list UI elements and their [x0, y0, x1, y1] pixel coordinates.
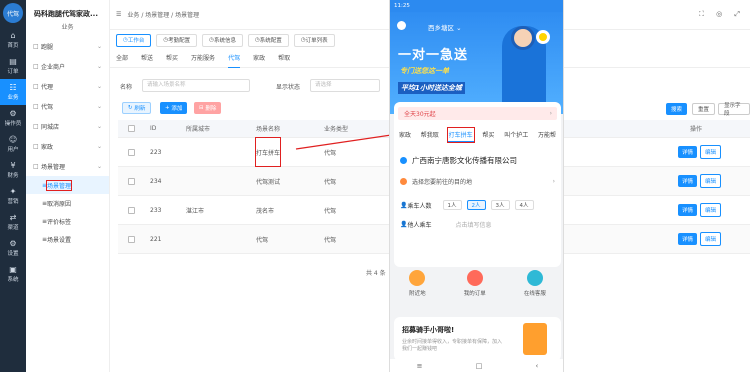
order-card: 全天30元起 › 家政 帮我取 打车拼车 帮买 叫个护工 万能帮 广西南宁唐影文化传播有限… [394, 102, 561, 267]
phone-status-bar: 11:25 [390, 0, 563, 12]
service-tab-3[interactable]: 帮买 [481, 128, 495, 142]
city-selector[interactable]: 西乡塘区 ⌄ [428, 22, 462, 32]
service-tab-1[interactable]: 帮我取 [420, 128, 440, 142]
destination-selector[interactable]: 选择您要前往的目的地 › [400, 175, 555, 188]
hero-title: 一对一急送 [398, 48, 469, 63]
passenger-count-option[interactable]: 2人 [466, 200, 486, 210]
person-icon: 👤 [400, 221, 408, 228]
back-icon[interactable]: ‹ [536, 362, 539, 370]
hero-banner: 西乡塘区 ⌄ 一对一急送 专门送您这一单 平均1小时送达全城 [390, 12, 563, 114]
target-icon[interactable] [536, 30, 550, 44]
quick-action-1[interactable]: 我的订单 [464, 270, 486, 310]
promo-text: 全天30元起 [404, 111, 436, 118]
quick-action-icon [466, 270, 483, 286]
phone-preview: 11:25 西乡塘区 ⌄ 一对一急送 专门送您这一单 平均1小时送达全城 全天3… [389, 0, 564, 372]
home-icon[interactable]: □ [476, 362, 483, 370]
other-passenger-row[interactable]: 👤 他人乘车 点击填写信息 [400, 220, 555, 229]
recruit-banner[interactable]: 招募骑手小哥啦! 业余时间接单得收入，专职接单有保障，加入我们一起赚钱吧 [394, 317, 561, 361]
service-tab-2[interactable]: 打车拼车 [446, 127, 475, 143]
quick-action-2[interactable]: 在线客服 [524, 270, 546, 310]
city-name: 西乡塘区 [428, 24, 454, 32]
hero-slogan: 专门送您这一单 [400, 67, 449, 75]
passenger-count-option[interactable]: 3人 [490, 200, 510, 210]
menu-icon[interactable]: ≡ [417, 362, 423, 370]
passenger-label: 乘车人数 [407, 202, 432, 210]
quick-action-label: 附近地 [409, 291, 426, 297]
recruit-title: 招募骑手小哥啦! [402, 326, 455, 334]
promo-banner[interactable]: 全天30元起 › [398, 107, 557, 120]
chevron-right-icon: › [549, 110, 552, 117]
chevron-right-icon: › [552, 178, 555, 185]
quick-actions: 附近地 我的订单 在线客服 [390, 270, 563, 310]
quick-action-label: 我的订单 [463, 291, 486, 297]
passenger-count-option[interactable]: 1人 [442, 200, 462, 210]
quick-action-icon [526, 270, 543, 286]
service-tab-5[interactable]: 万能帮 [537, 128, 557, 142]
hero-slogan-2: 平均1小时送达全城 [398, 82, 465, 94]
user-icon[interactable] [397, 21, 406, 30]
person-icon: 👤 [400, 201, 408, 209]
phone-nav-bar: ≡ □ ‹ [390, 359, 563, 372]
phone-clock: 11:25 [394, 3, 410, 9]
pickup-text: 广西南宁唐影文化传播有限公司 [412, 155, 517, 165]
other-passenger-label: 他人乘车 [407, 222, 432, 229]
quick-action-0[interactable]: 附近地 [409, 270, 426, 310]
recruit-illustration [523, 323, 547, 355]
service-tab-4[interactable]: 叫个护工 [503, 128, 529, 142]
other-passenger-hint: 点击填写信息 [455, 222, 492, 229]
annotation-overlay [295, 131, 399, 150]
annotation-arrow-line [295, 133, 399, 150]
passenger-count-row: 👤 乘车人数 1人 2人 3人 4人 [400, 200, 555, 210]
pickup-address[interactable]: 广西南宁唐影文化传播有限公司 [400, 153, 555, 167]
service-tab-0[interactable]: 家政 [398, 128, 412, 142]
chevron-down-icon: ⌄ [456, 24, 462, 32]
quick-action-label: 在线客服 [523, 291, 546, 297]
service-tabs: 家政 帮我取 打车拼车 帮买 叫个护工 万能帮 [394, 127, 561, 143]
quick-action-icon [409, 270, 426, 286]
location-dot-icon [400, 156, 407, 164]
destination-text: 选择您要前往的目的地 [412, 179, 473, 186]
recruit-desc: 业余时间接单得收入，专职接单有保障，加入我们一起赚钱吧 [402, 339, 503, 352]
courier-head-illustration [511, 26, 535, 50]
destination-dot-icon [400, 178, 407, 185]
passenger-count-option[interactable]: 4人 [514, 200, 534, 210]
